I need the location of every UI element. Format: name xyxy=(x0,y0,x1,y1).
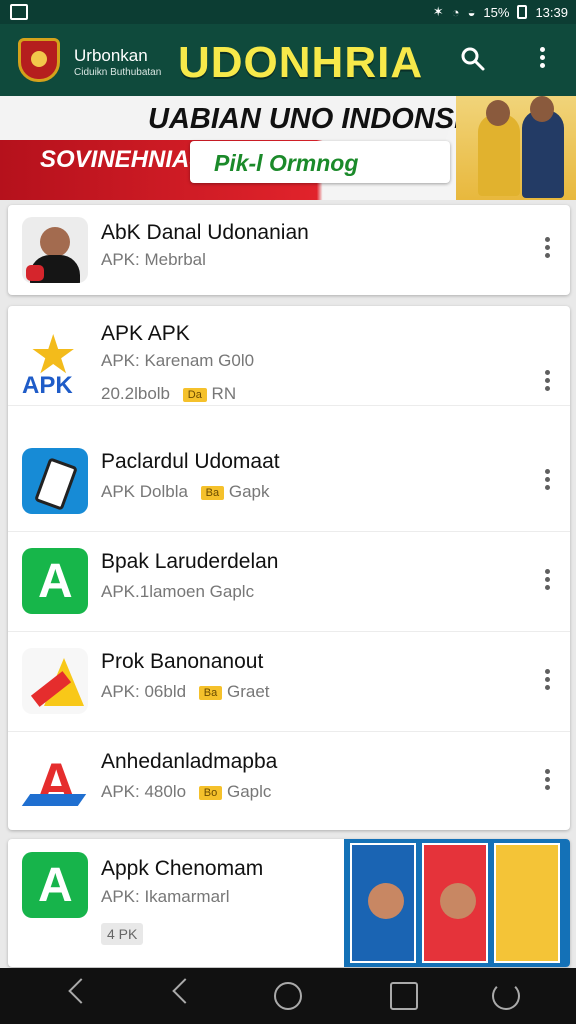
brand-subtitle: Ciduikn Buthubatan xyxy=(74,67,162,78)
back-icon[interactable] xyxy=(172,978,198,1004)
status-badge: Ba xyxy=(198,685,223,700)
app-tag-text: Gapk xyxy=(228,482,270,501)
app-name: Anhedanladmapba xyxy=(101,750,278,773)
battery-icon xyxy=(517,5,528,19)
status-right: ✶ ◔ ◒ 15% 13:39 xyxy=(433,4,568,20)
more-vert-icon[interactable] xyxy=(538,367,556,394)
avatar xyxy=(22,217,88,283)
app-icon xyxy=(22,548,88,614)
app-meta: APK: 06bld Ba Graet xyxy=(101,682,270,702)
app-name: Paclardul Udomaat xyxy=(101,450,280,473)
ad-face xyxy=(440,883,476,919)
status-bar: ✶ ◔ ◒ 15% 13:39 xyxy=(0,0,576,24)
app-meta: APK Dolbla Ba Gapk xyxy=(101,482,270,502)
app-tag-text: Gaplc xyxy=(227,782,272,801)
featured-app-meta: APK: Mebrbal xyxy=(101,250,206,269)
app-meta-secondary: 20.2lbolb Da RN xyxy=(101,384,236,404)
banner-subtitle: SOVINEHNIAS! xyxy=(40,146,214,173)
app-icon xyxy=(22,448,88,514)
bottom-app-meta: APK: Ikamarmarl xyxy=(101,887,230,906)
app-meta-text: APK: 06bld xyxy=(101,682,187,701)
app-name: APK APK xyxy=(101,322,190,345)
app-name: Prok Banonanout xyxy=(101,650,264,673)
heart-icon xyxy=(26,265,44,281)
person-image xyxy=(478,100,520,196)
person-image xyxy=(522,96,564,198)
bottom-app-badge: 4 PK xyxy=(101,923,144,945)
more-vert-icon[interactable] xyxy=(538,666,556,693)
banner-input[interactable]: Pik-l Ormnog xyxy=(190,141,450,183)
list-item[interactable]: Bpak Laruderdelan APK.1lamoen Gaplc xyxy=(8,532,570,632)
star-icon: ★ APK xyxy=(22,324,88,399)
status-badge: Ba xyxy=(200,485,225,500)
home-icon[interactable] xyxy=(274,982,302,1010)
banner-input-text: Pik-l Ormnog xyxy=(214,150,359,176)
app-title: UDONHRIA xyxy=(178,38,424,87)
more-vert-icon[interactable] xyxy=(538,466,556,493)
apk-logo-text: APK xyxy=(22,372,73,399)
list-item[interactable]: Anhedanladmapba APK: 480lo Bo Gaplc xyxy=(8,732,570,832)
app-meta-text: APK: 480lo xyxy=(101,782,187,801)
ad-face xyxy=(368,883,404,919)
app-icon xyxy=(22,648,88,714)
ad-tile xyxy=(422,843,488,963)
app-name: Bpak Laruderdelan xyxy=(101,550,279,573)
list-item[interactable]: Paclardul Udomaat APK Dolbla Ba Gapk xyxy=(8,432,570,532)
featured-app-name: AbK Danal Udonanian xyxy=(101,221,309,244)
promo-banner[interactable]: UABIAN UNO INDONSIAI SOVINEHNIAS! Pik-l … xyxy=(0,96,576,200)
app-list-card: ★ APK APK APK APK: Karenam G0l0 20.2lbol… xyxy=(8,306,570,830)
ad-tile xyxy=(350,843,416,963)
bluetooth-icon: ✶ xyxy=(432,4,444,19)
app-tag-text: RN xyxy=(211,384,237,403)
brand-name: Urbonkan xyxy=(74,46,148,65)
banner-title: UABIAN UNO INDONSIAI xyxy=(148,103,492,135)
app-meta: APK: 480lo Bo Gaplc xyxy=(101,782,271,802)
more-vert-icon[interactable] xyxy=(538,766,556,793)
app-icon xyxy=(22,852,88,918)
app-meta: APK: Karenam G0l0 xyxy=(101,351,255,370)
app-tag-text: Graet xyxy=(227,682,270,701)
clock: 13:39 xyxy=(535,4,568,20)
list-item[interactable]: Prok Banonanout APK: 06bld Ba Graet xyxy=(8,632,570,732)
app-version: 20.2lbolb xyxy=(101,384,171,403)
recent-apps-icon[interactable] xyxy=(390,982,418,1010)
back-icon[interactable] xyxy=(68,978,94,1004)
notification-icon xyxy=(10,4,28,20)
app-logo xyxy=(18,38,60,82)
bottom-app-badge-wrap: 4 PK xyxy=(101,919,144,945)
more-vert-icon[interactable] xyxy=(538,234,556,261)
app-meta-text: APK Dolbla xyxy=(101,482,188,501)
battery-text: 15% xyxy=(483,4,510,20)
bottom-card[interactable]: Appk Chenomam APK: Ikamarmarl 4 PK xyxy=(8,839,570,967)
more-vert-icon[interactable] xyxy=(538,566,556,593)
system-nav-bar xyxy=(0,968,576,1024)
alarm-icon: ◔ xyxy=(451,4,460,20)
bottom-app-name: Appk Chenomam xyxy=(101,857,264,880)
banner-people-image xyxy=(456,96,576,200)
status-badge: Bo xyxy=(198,785,223,800)
refresh-icon[interactable] xyxy=(492,982,520,1010)
wifi-icon: ◒ xyxy=(467,4,476,20)
app-bar: Urbonkan Ciduikn Buthubatan UDONHRIA xyxy=(0,24,576,96)
search-icon[interactable] xyxy=(460,46,486,72)
list-item[interactable]: ★ APK APK APK APK: Karenam G0l0 20.2lbol… xyxy=(8,306,570,406)
app-meta: APK.1lamoen Gaplc xyxy=(101,582,255,601)
bottom-ad-image[interactable] xyxy=(344,839,570,967)
featured-card[interactable]: AbK Danal Udonanian APK: Mebrbal xyxy=(8,205,570,295)
ad-tile xyxy=(494,843,560,963)
status-badge: Da xyxy=(182,387,207,402)
app-icon xyxy=(22,748,88,815)
more-vert-icon[interactable] xyxy=(528,44,556,78)
